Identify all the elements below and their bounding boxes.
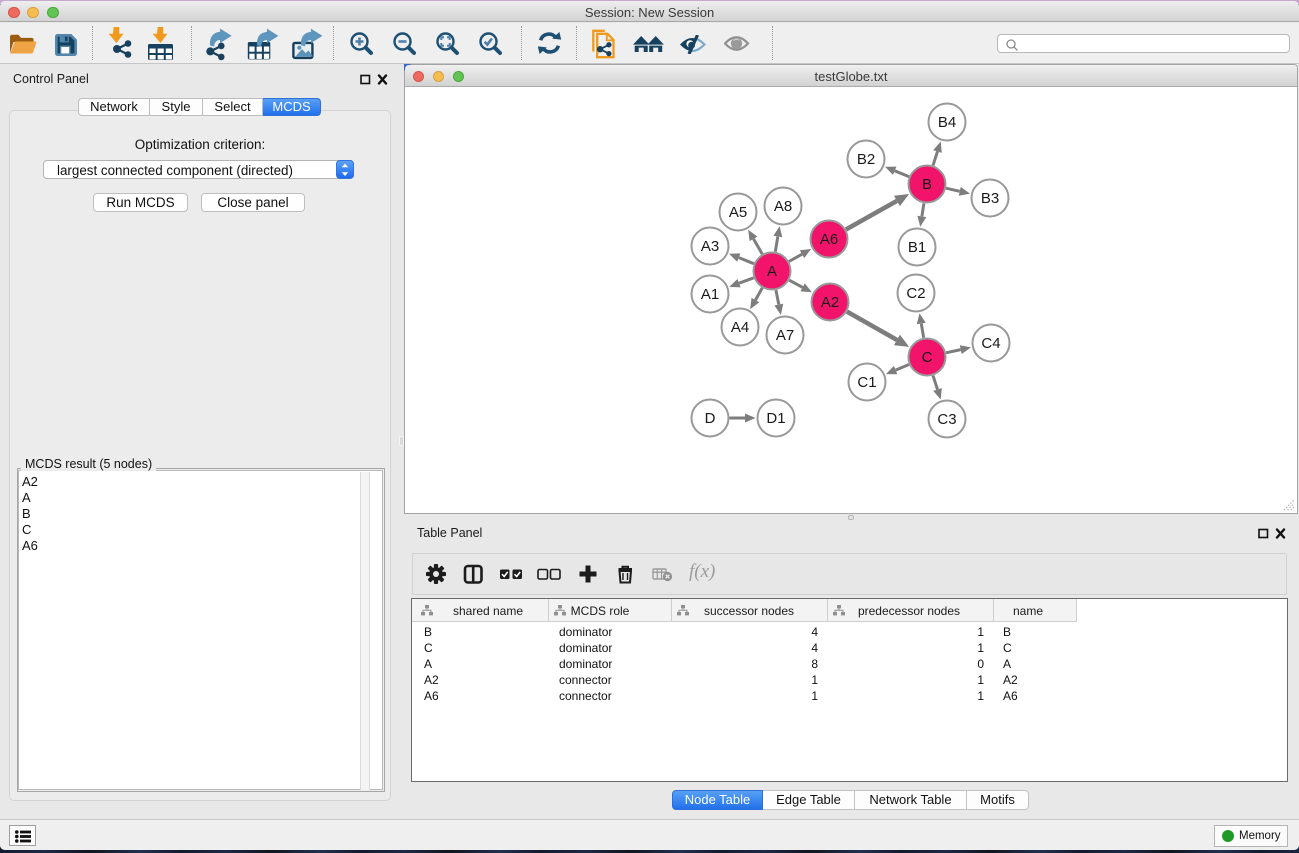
svg-text:A7: A7: [776, 327, 794, 344]
svg-text:A8: A8: [774, 198, 792, 215]
svg-text:A6: A6: [820, 231, 838, 248]
svg-text:A1: A1: [701, 286, 719, 303]
svg-text:A2: A2: [821, 294, 839, 311]
svg-text:D1: D1: [766, 410, 785, 427]
svg-text:B3: B3: [981, 190, 999, 207]
svg-text:A3: A3: [701, 238, 719, 255]
svg-text:A4: A4: [731, 319, 749, 336]
svg-text:B2: B2: [857, 151, 875, 168]
svg-text:B1: B1: [908, 239, 926, 256]
svg-text:C4: C4: [981, 335, 1000, 352]
svg-text:C2: C2: [906, 285, 925, 302]
svg-text:B4: B4: [938, 114, 956, 131]
svg-text:C3: C3: [937, 411, 956, 428]
svg-text:A: A: [767, 263, 777, 280]
svg-text:C1: C1: [857, 374, 876, 391]
svg-text:A5: A5: [729, 204, 747, 221]
svg-text:C: C: [922, 349, 933, 366]
svg-text:D: D: [705, 410, 716, 427]
svg-text:B: B: [922, 176, 932, 193]
